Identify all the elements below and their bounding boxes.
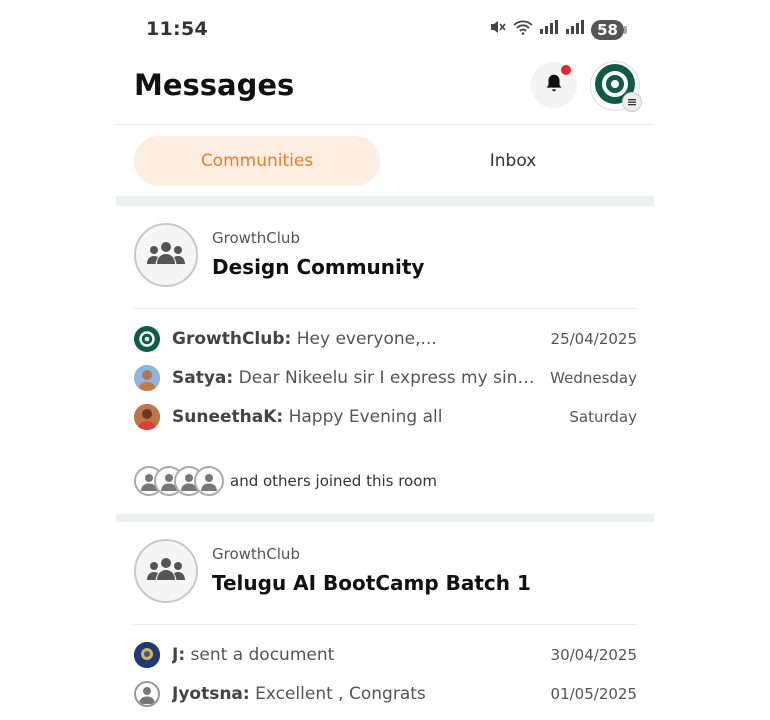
community-org: GrowthClub — [212, 545, 300, 563]
messages-screen: 11:54 58 Messages Communities Inbox Grow… — [116, 0, 654, 720]
message-preview: Jyotsna: Excellent , Congrats — [172, 684, 543, 704]
user-photo-icon — [134, 365, 160, 391]
section-separator — [116, 514, 654, 522]
bell-icon — [543, 72, 565, 98]
message-date: 01/05/2025 — [550, 685, 637, 703]
message-sender: GrowthClub: — [172, 329, 292, 349]
message-snippet: Happy Evening all — [283, 407, 443, 427]
tab-bar: Communities Inbox — [116, 125, 654, 196]
message-snippet: Excellent , Congrats — [249, 684, 426, 704]
community-name: Telugu AI BootCamp Batch 1 — [212, 571, 531, 595]
divider — [134, 308, 636, 309]
message-preview: GrowthClub: Hey everyone,... — [172, 329, 543, 349]
group-icon — [146, 556, 186, 586]
menu-icon — [622, 92, 642, 112]
status-icons: 58 — [489, 19, 627, 40]
message-snippet: Hey everyone,... — [291, 329, 437, 349]
message-snippet: Dear Nikeelu sir I express my sincer... — [233, 368, 543, 388]
default-user-icon — [194, 466, 224, 496]
message-row[interactable]: GrowthClub: Hey everyone,... 25/04/2025 — [134, 322, 637, 356]
group-icon — [146, 240, 186, 270]
community-org: GrowthClub — [212, 229, 300, 247]
message-row[interactable]: SuneethaK: Happy Evening all Saturday — [134, 400, 637, 434]
community-card[interactable]: GrowthClub Telugu AI BootCamp Batch 1 J:… — [116, 522, 654, 720]
wifi-icon — [513, 19, 533, 40]
message-preview: Satya: Dear Nikeelu sir I express my sin… — [172, 368, 542, 388]
message-preview: SuneethaK: Happy Evening all — [172, 407, 561, 427]
status-bar: 11:54 58 — [116, 0, 654, 60]
status-time: 11:54 — [146, 18, 208, 40]
message-preview: J: sent a document — [172, 645, 543, 665]
joined-text: and others joined this room — [230, 472, 438, 490]
message-row[interactable]: Satya: Dear Nikeelu sir I express my sin… — [134, 361, 637, 395]
message-row[interactable]: Jyotsna: Excellent , Congrats 01/05/2025 — [134, 677, 637, 711]
joined-members: and others joined this room — [134, 465, 437, 497]
message-date: Wednesday — [550, 369, 637, 387]
divider — [134, 624, 636, 625]
mute-icon — [489, 19, 507, 40]
user-photo-icon — [134, 642, 160, 668]
header: Messages — [116, 60, 654, 125]
group-avatar — [134, 223, 198, 287]
signal-icon — [539, 19, 559, 40]
message-sender: Jyotsna: — [172, 684, 250, 704]
message-date: 30/04/2025 — [550, 646, 637, 664]
message-sender: J: — [172, 645, 186, 665]
growthclub-logo-icon — [134, 326, 160, 352]
message-sender: Satya: — [172, 368, 234, 388]
message-row[interactable]: J: sent a document 30/04/2025 — [134, 638, 637, 672]
community-name: Design Community — [212, 255, 425, 279]
member-avatar-stack — [134, 466, 224, 496]
page-title: Messages — [134, 68, 295, 102]
profile-button[interactable] — [590, 61, 642, 112]
notifications-button[interactable] — [531, 62, 577, 108]
signal-icon — [565, 19, 585, 40]
section-separator — [116, 196, 654, 206]
group-avatar — [134, 539, 198, 603]
notification-dot — [561, 65, 571, 75]
tab-communities[interactable]: Communities — [134, 136, 380, 186]
tab-inbox[interactable]: Inbox — [390, 136, 636, 186]
battery-indicator: 58 — [591, 19, 627, 40]
default-user-icon — [134, 681, 160, 707]
message-sender: SuneethaK: — [172, 407, 284, 427]
community-card[interactable]: GrowthClub Design Community GrowthClub: … — [116, 206, 654, 514]
message-date: Saturday — [569, 408, 637, 426]
message-date: 25/04/2025 — [550, 330, 637, 348]
user-photo-icon — [134, 404, 160, 430]
message-snippet: sent a document — [185, 645, 335, 665]
